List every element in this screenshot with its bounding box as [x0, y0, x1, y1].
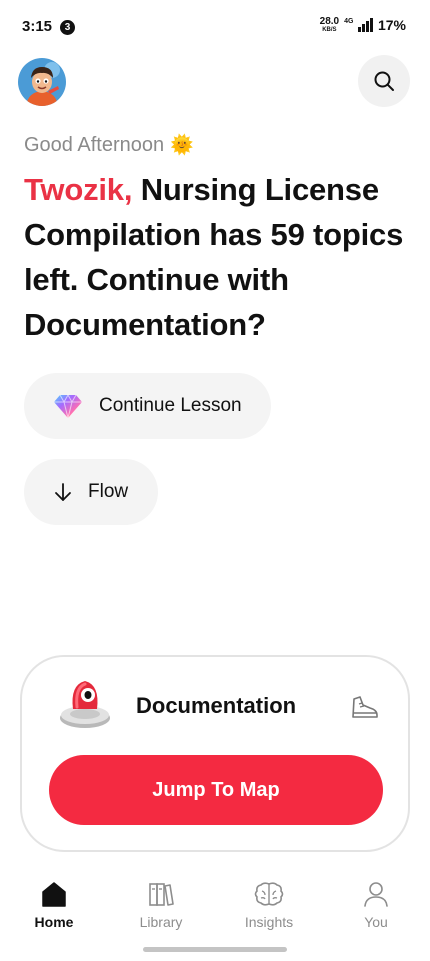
- nav-item-library[interactable]: Library: [121, 880, 201, 930]
- bottom-nav: Home Library Insights You: [0, 868, 430, 938]
- status-time: 3:15: [22, 18, 53, 35]
- status-bar: 3:15 3 28.0 KB/S 4G 17%: [0, 0, 430, 56]
- nav-item-you[interactable]: You: [336, 880, 416, 930]
- nav-item-home[interactable]: Home: [14, 880, 94, 930]
- flow-label: Flow: [88, 481, 129, 502]
- current-topic-card: Documentation Jump To Map: [20, 655, 410, 852]
- user-name: Twozik,: [24, 172, 133, 207]
- nav-item-insights[interactable]: Insights: [229, 880, 309, 930]
- person-icon: [364, 882, 388, 907]
- jump-to-map-label: Jump To Map: [152, 778, 280, 801]
- nav-item-label: Library: [139, 914, 183, 930]
- network-type: 4G: [344, 18, 354, 25]
- nav-item-label: Home: [34, 914, 74, 930]
- network-speed: 28.0 KB/S: [319, 16, 340, 34]
- flow-button[interactable]: Flow: [24, 459, 158, 525]
- sun-emoji-icon: 🌞: [170, 135, 194, 156]
- signal-strength-icon: [358, 18, 373, 32]
- notification-count-badge: 3: [60, 20, 75, 35]
- battery-level: 17%: [377, 17, 406, 33]
- network-speed-value: 28.0: [319, 16, 340, 27]
- page-title: Twozik, Nursing License Compilation has …: [24, 167, 419, 347]
- home-indicator[interactable]: [143, 947, 287, 952]
- network-speed-unit: KB/S: [322, 27, 337, 33]
- home-icon: [42, 882, 66, 907]
- gem-icon: [54, 393, 82, 419]
- nav-item-label: Insights: [244, 914, 294, 930]
- search-button[interactable]: [358, 55, 410, 107]
- continue-lesson-button[interactable]: Continue Lesson: [24, 373, 271, 439]
- search-icon: [374, 71, 394, 91]
- card-title: Documentation: [136, 693, 297, 718]
- greeting-text: Good Afternoon: [24, 133, 165, 156]
- nav-item-label: You: [364, 914, 388, 930]
- jump-to-map-button[interactable]: Jump To Map: [49, 755, 383, 825]
- brain-icon: [254, 882, 284, 906]
- continue-lesson-label: Continue Lesson: [99, 395, 242, 416]
- arrow-down-icon: [55, 483, 71, 501]
- shoe-icon[interactable]: [350, 693, 380, 721]
- map-pin-3d-icon: [60, 681, 110, 728]
- avatar[interactable]: [18, 58, 66, 106]
- avatar-cartoon-icon: [18, 58, 66, 106]
- books-icon: [149, 883, 174, 906]
- greeting: Good Afternoon 🌞: [24, 133, 194, 157]
- status-indicators: 28.0 KB/S 4G 17%: [319, 16, 406, 34]
